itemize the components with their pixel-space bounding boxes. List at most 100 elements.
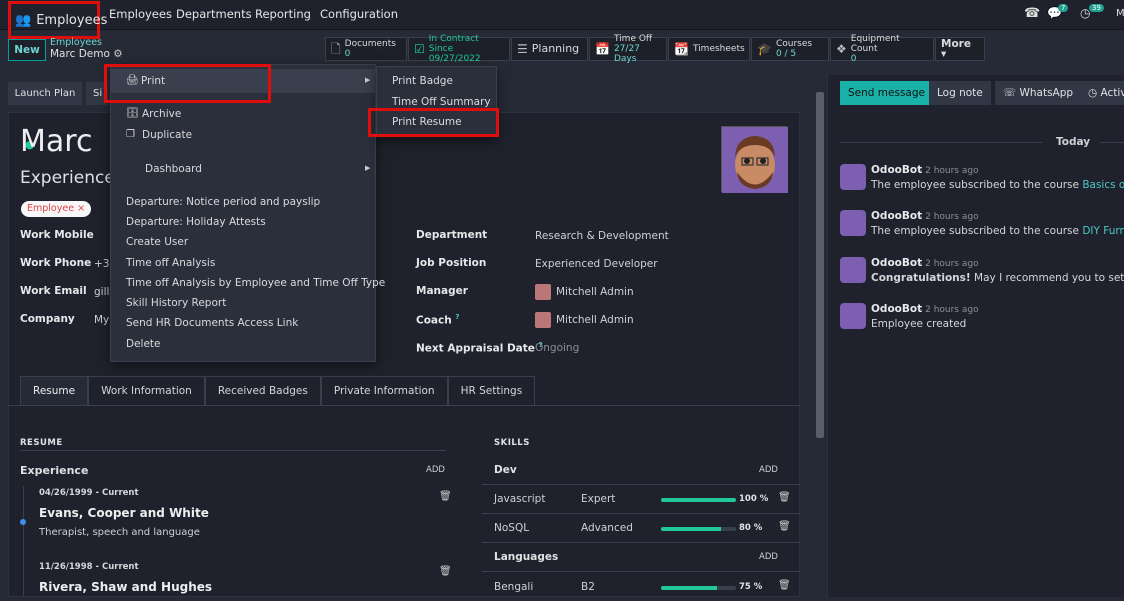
send-message-button[interactable]: Send message [840, 81, 933, 105]
scrollbar-thumb[interactable] [816, 92, 824, 438]
company-value[interactable]: My [94, 314, 109, 326]
department-value[interactable]: Research & Development [535, 230, 669, 242]
smart-button-timesheets[interactable]: 📆 Timesheets [668, 37, 750, 61]
trash-icon[interactable]: 🗑 [778, 521, 791, 532]
skill-row[interactable]: Javascript Expert 100 % 🗑 [482, 485, 800, 514]
menu-item-create-user[interactable]: Create User [126, 236, 188, 248]
resume-item-title[interactable]: Rivera, Shaw and Hughes [39, 580, 212, 594]
smart-button-equipment[interactable]: ❖ Equipment Count 0 [830, 34, 934, 64]
coach-value[interactable]: Mitchell Admin [556, 314, 634, 326]
message-author[interactable]: OdooBot [871, 210, 922, 222]
smart-button-documents[interactable]: 🗋 Documents 0 [325, 37, 407, 61]
message-author[interactable]: OdooBot [871, 164, 922, 176]
employee-tag[interactable]: Employee × [21, 201, 92, 217]
whatsapp-button[interactable]: ☏ WhatsApp [995, 81, 1082, 105]
submenu-print-resume[interactable]: Print Resume [392, 116, 462, 128]
menu-item-dashboard[interactable]: Dashboard [145, 163, 202, 175]
skill-add-button[interactable]: ADD [759, 465, 778, 475]
skill-progress-bar [661, 498, 736, 502]
resume-add-button[interactable]: ADD [426, 465, 445, 475]
menu-item-timeoff-analysis-type[interactable]: Time off Analysis by Employee and Time O… [126, 277, 385, 289]
company-label: Company [20, 313, 75, 325]
calendar-grid-icon: 📆 [674, 42, 689, 56]
menu-item-print[interactable]: Print [141, 75, 165, 87]
submenu-timeoff-summary[interactable]: Time Off Summary [392, 96, 491, 108]
job-position-value[interactable]: Experienced Developer [535, 258, 658, 270]
message-author[interactable]: OdooBot [871, 303, 922, 315]
skill-group-row: Languages ADD [482, 543, 800, 572]
menu-item-archive[interactable]: Archive [142, 108, 181, 120]
tab-resume[interactable]: Resume [20, 376, 89, 406]
employee-avatar[interactable] [721, 126, 788, 193]
new-button[interactable]: New [8, 39, 46, 61]
app-menu-employees[interactable]: 👥 Employees [8, 1, 107, 39]
menu-item-send-hr-docs[interactable]: Send HR Documents Access Link [126, 317, 298, 329]
work-mobile-label: Work Mobile [20, 229, 94, 241]
courses-value: 0 / 5 [775, 49, 797, 59]
gear-icon[interactable]: ⚙ [113, 48, 122, 60]
message-author[interactable]: OdooBot [871, 257, 922, 269]
trash-icon[interactable]: 🗑 [778, 580, 791, 591]
activities-label: Activ [1100, 87, 1124, 99]
courses-label: Courses [775, 39, 813, 49]
trash-icon[interactable]: 🗑 [778, 492, 791, 503]
tab-private-information[interactable]: Private Information [320, 376, 448, 406]
menu-reporting[interactable]: Reporting [255, 0, 311, 30]
message-time: - 2 hours ago [919, 166, 979, 176]
course-link[interactable]: DIY Furniture [1082, 225, 1124, 237]
trash-icon[interactable]: 🗑 [439, 566, 452, 577]
appraisal-value[interactable]: Ongoing [535, 342, 579, 354]
menu-departments[interactable]: Departments [176, 0, 252, 30]
log-note-button[interactable]: Log note [929, 81, 991, 105]
trash-icon[interactable]: 🗑 [439, 491, 452, 502]
smart-button-planning[interactable]: ☰ Planning [511, 37, 588, 61]
manager-avatar [535, 284, 551, 300]
copy-icon: ❐ [126, 129, 135, 140]
menu-configuration[interactable]: Configuration [320, 0, 398, 30]
launch-plan-button[interactable]: Launch Plan [8, 82, 82, 105]
submenu-print-badge[interactable]: Print Badge [392, 75, 453, 87]
message-body: Employee created [871, 318, 967, 330]
menu-item-duplicate[interactable]: Duplicate [142, 129, 192, 141]
print-icon: 🖨 [126, 75, 139, 86]
skill-progress-bar [661, 527, 736, 531]
date-separator-left [840, 142, 1042, 143]
employee-name[interactable]: Marc [20, 124, 92, 159]
more-button[interactable]: More ▾ [935, 37, 985, 61]
breadcrumb-parent[interactable]: Employees [50, 37, 102, 48]
menu-item-departure-holiday[interactable]: Departure: Holiday Attests [126, 216, 266, 228]
work-phone-label: Work Phone [20, 257, 92, 269]
skill-progress-fill [661, 527, 721, 531]
skill-add-button[interactable]: ADD [759, 552, 778, 562]
menu-item-timeoff-analysis[interactable]: Time off Analysis [126, 257, 215, 269]
phone-icon[interactable]: ☎ [1024, 6, 1040, 21]
coach-avatar [535, 312, 551, 328]
avatar-image [722, 127, 788, 193]
cubes-icon: ❖ [836, 42, 847, 56]
calendar-icon: 📅 [595, 42, 610, 56]
skill-level: B2 [581, 581, 595, 593]
tab-work-information[interactable]: Work Information [88, 376, 205, 406]
course-link[interactable]: Basics of Furn [1082, 179, 1124, 191]
skill-name: NoSQL [494, 522, 530, 534]
resume-item-title[interactable]: Evans, Cooper and White [39, 506, 209, 520]
menu-employees[interactable]: Employees [109, 0, 172, 30]
smart-button-contract[interactable]: ☑ In Contract Since 09/27/2022 [408, 34, 510, 64]
notebook-tabs: Resume Work Information Received Badges … [20, 376, 536, 406]
work-email-label: Work Email [20, 285, 87, 297]
smart-button-courses[interactable]: 🎓 Courses 0 / 5 [751, 37, 829, 61]
skill-row[interactable]: NoSQL Advanced 80 % 🗑 [482, 514, 800, 543]
skill-name: Javascript [494, 493, 546, 505]
smart-button-timeoff[interactable]: 📅 Time Off 27/27 Days [589, 34, 667, 64]
odoobot-avatar [840, 303, 866, 329]
menu-item-departure-notice[interactable]: Departure: Notice period and payslip [126, 196, 320, 208]
tab-hr-settings[interactable]: HR Settings [447, 376, 536, 406]
coach-help-icon[interactable]: ? [455, 313, 459, 321]
timesheets-label: Timesheets [692, 44, 745, 54]
user-menu[interactable]: M [1116, 8, 1124, 19]
manager-value[interactable]: Mitchell Admin [556, 286, 634, 298]
activities-button[interactable]: ◷ Activ [1080, 81, 1124, 105]
tab-received-badges[interactable]: Received Badges [204, 376, 321, 406]
menu-item-skill-history[interactable]: Skill History Report [126, 297, 226, 309]
menu-item-delete[interactable]: Delete [126, 338, 161, 350]
